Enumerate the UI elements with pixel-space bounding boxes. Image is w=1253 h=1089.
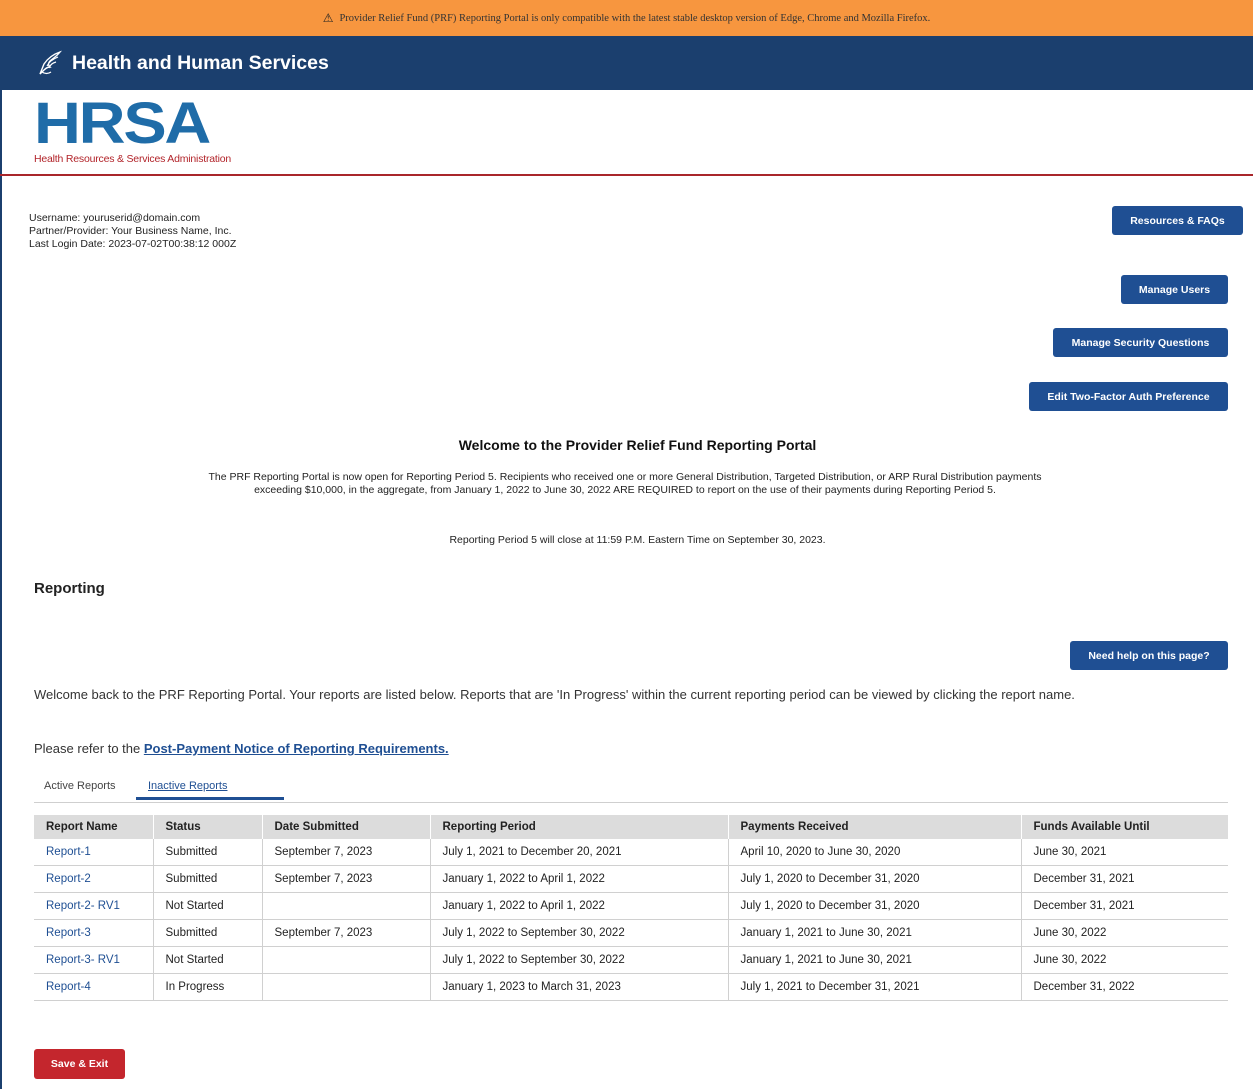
payments-received-cell: April 10, 2020 to June 30, 2020: [728, 839, 1022, 866]
tab-inactive-reports[interactable]: Inactive Reports: [148, 780, 227, 792]
hrsa-logo[interactable]: HRSA Health Resources & Services Adminis…: [34, 95, 231, 166]
hrsa-header: HRSA Health Resources & Services Adminis…: [0, 90, 1253, 174]
report-tabs: Active Reports Inactive Reports: [34, 772, 1228, 803]
reporting-section-title: Reporting: [34, 580, 105, 597]
date-submitted-cell: September 7, 2023: [262, 865, 431, 893]
status-cell: Not Started: [153, 892, 263, 920]
column-header-report-name[interactable]: Report Name: [34, 815, 154, 839]
date-submitted-cell: September 7, 2023: [262, 919, 431, 947]
report-name-link[interactable]: Report-2: [34, 865, 154, 893]
report-name-link[interactable]: Report-2- RV1: [34, 892, 154, 920]
status-cell: In Progress: [153, 973, 263, 1001]
browser-compatibility-banner: ⚠ Provider Relief Fund (PRF) Reporting P…: [0, 0, 1253, 36]
resources-faqs-button[interactable]: Resources & FAQs: [1112, 206, 1243, 235]
report-name-link[interactable]: Report-3- RV1: [34, 946, 154, 974]
header-divider: [0, 174, 1253, 176]
funds-available-cell: June 30, 2021: [1021, 839, 1228, 866]
hhs-eagle-logo-icon: [39, 50, 63, 75]
report-name-link[interactable]: Report-1: [34, 839, 154, 866]
table-row: Report-2- RV1 Not Started January 1, 202…: [34, 892, 1228, 920]
save-exit-button[interactable]: Save & Exit: [34, 1049, 125, 1079]
selected-tab-indicator: [136, 797, 284, 800]
payments-received-cell: July 1, 2020 to December 31, 2020: [728, 892, 1022, 920]
status-cell: Not Started: [153, 946, 263, 974]
column-header-funds-available-until[interactable]: Funds Available Until: [1021, 815, 1228, 839]
help-button[interactable]: Need help on this page?: [1070, 641, 1228, 670]
date-submitted-cell: September 7, 2023: [262, 839, 431, 866]
reporting-period-cell: January 1, 2022 to April 1, 2022: [430, 892, 729, 920]
reporting-period-cell: January 1, 2023 to March 31, 2023: [430, 973, 729, 1001]
table-row: Report-4 In Progress January 1, 2023 to …: [34, 973, 1228, 1001]
payments-received-cell: July 1, 2021 to December 31, 2021: [728, 973, 1022, 1001]
table-row: Report-3- RV1 Not Started July 1, 2022 t…: [34, 946, 1228, 974]
date-submitted-cell: [262, 946, 431, 974]
date-submitted-cell: [262, 892, 431, 920]
hhs-topbar: Health and Human Services: [0, 36, 1253, 90]
payments-received-cell: January 1, 2021 to June 30, 2021: [728, 946, 1022, 974]
table-row: Report-3 Submitted September 7, 2023 Jul…: [34, 919, 1228, 947]
reports-intro-text: Welcome back to the PRF Reporting Portal…: [34, 687, 1075, 702]
manage-security-questions-button[interactable]: Manage Security Questions: [1053, 328, 1228, 357]
funds-available-cell: December 31, 2021: [1021, 865, 1228, 893]
manage-users-button[interactable]: Manage Users: [1121, 275, 1228, 304]
user-info: Username: youruserid@domain.com Partner/…: [29, 212, 236, 251]
edit-two-factor-button[interactable]: Edit Two-Factor Auth Preference: [1029, 382, 1228, 411]
reporting-period-cell: July 1, 2022 to September 30, 2022: [430, 919, 729, 947]
hhs-title[interactable]: Health and Human Services: [72, 52, 329, 75]
payments-received-cell: January 1, 2021 to June 30, 2021: [728, 919, 1022, 947]
post-payment-notice-link[interactable]: Post-Payment Notice of Reporting Require…: [144, 741, 449, 756]
date-submitted-cell: [262, 973, 431, 1001]
reports-table: Report Name Status Date Submitted Report…: [34, 815, 1228, 1001]
column-header-date-submitted[interactable]: Date Submitted: [262, 815, 431, 839]
column-header-status[interactable]: Status: [153, 815, 263, 839]
status-cell: Submitted: [153, 919, 263, 947]
funds-available-cell: December 31, 2022: [1021, 973, 1228, 1001]
report-name-link[interactable]: Report-4: [34, 973, 154, 1001]
banner-text: Provider Relief Fund (PRF) Reporting Por…: [339, 12, 931, 24]
payments-received-cell: July 1, 2020 to December 31, 2020: [728, 865, 1022, 893]
table-row: Report-1 Submitted September 7, 2023 Jul…: [34, 839, 1228, 866]
tab-active-reports[interactable]: Active Reports: [44, 780, 116, 792]
last-login-text: Last Login Date: 2023-07-02T00:38:12 000…: [29, 238, 237, 250]
reporting-period-cell: January 1, 2022 to April 1, 2022: [430, 865, 729, 893]
refer-prefix: Please refer to the: [34, 741, 144, 756]
funds-available-cell: December 31, 2021: [1021, 892, 1228, 920]
refer-notice: Please refer to the Post-Payment Notice …: [34, 741, 449, 756]
column-header-reporting-period[interactable]: Reporting Period: [430, 815, 729, 839]
username-text: Username: youruserid@domain.com: [29, 212, 201, 224]
table-row: Report-2 Submitted September 7, 2023 Jan…: [34, 865, 1228, 893]
funds-available-cell: June 30, 2022: [1021, 946, 1228, 974]
report-name-link[interactable]: Report-3: [34, 919, 154, 947]
reporting-period-cell: July 1, 2021 to December 20, 2021: [430, 839, 729, 866]
table-header-row: Report Name Status Date Submitted Report…: [34, 815, 1228, 839]
welcome-body: The PRF Reporting Portal is now open for…: [208, 471, 1042, 496]
warning-triangle-icon: ⚠: [322, 10, 334, 25]
column-header-payments-received[interactable]: Payments Received: [728, 815, 1022, 839]
status-cell: Submitted: [153, 865, 263, 893]
reporting-period-cell: July 1, 2022 to September 30, 2022: [430, 946, 729, 974]
reporting-close-notice: Reporting Period 5 will close at 11:59 P…: [449, 534, 826, 546]
welcome-title: Welcome to the Provider Relief Fund Repo…: [458, 437, 817, 453]
funds-available-cell: June 30, 2022: [1021, 919, 1228, 947]
partner-provider-text: Partner/Provider: Your Business Name, In…: [29, 225, 232, 237]
status-cell: Submitted: [153, 839, 263, 866]
hrsa-logo-wordmark: HRSA: [34, 91, 211, 156]
